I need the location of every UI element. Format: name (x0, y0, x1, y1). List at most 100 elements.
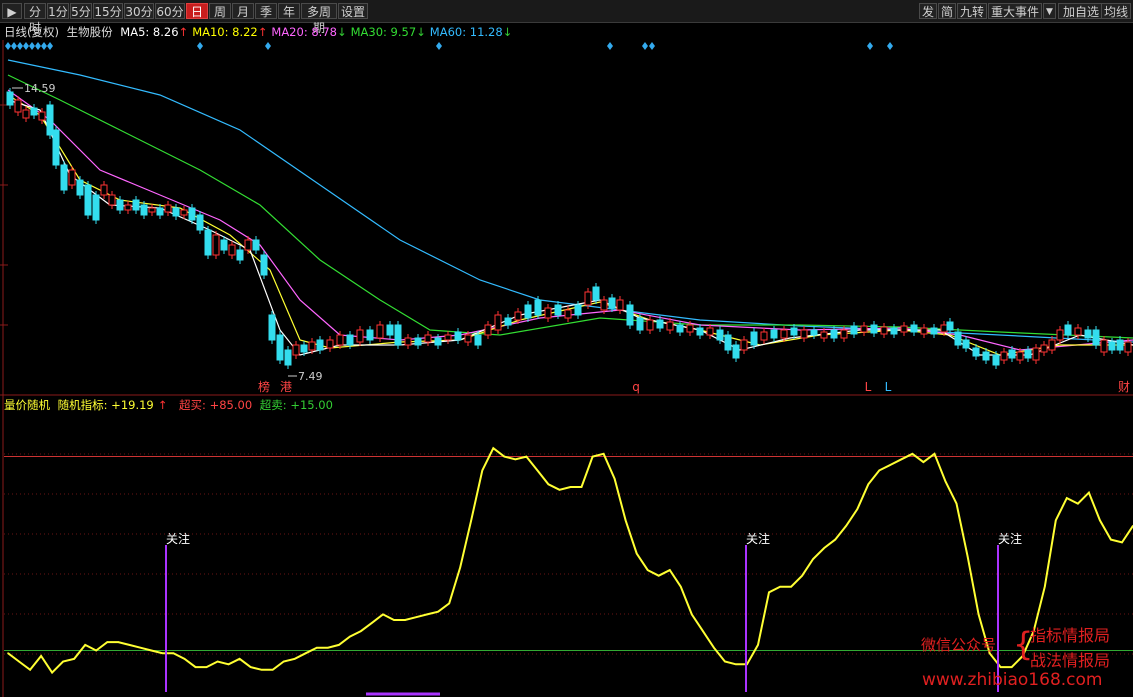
candle-body-80 (716, 329, 724, 341)
stochastic-point-7 (84, 644, 86, 646)
event-marker-2: q (632, 380, 640, 394)
stochastic-point-57 (635, 552, 638, 555)
candle-body-44 (366, 329, 374, 341)
candle-body-14 (116, 199, 124, 211)
stochastic-point-40 (448, 602, 451, 605)
stochastic-point-61 (680, 585, 682, 588)
stochastic-point-94 (1044, 585, 1046, 588)
candle-body-26 (212, 234, 220, 256)
stochastic-point-91 (1010, 666, 1013, 668)
stochastic-point-21 (238, 658, 241, 660)
stochastic-point-34 (382, 613, 384, 616)
candle-body-102 (930, 327, 938, 335)
candle-body-68 (600, 299, 608, 311)
candle-body-95 (860, 325, 868, 333)
candle-body-99 (900, 325, 908, 333)
candle-body-123 (1108, 341, 1116, 351)
candle-body-36 (292, 344, 300, 356)
low-price-label: 7.49 (298, 370, 323, 383)
candle-body-30 (244, 239, 252, 251)
candle-body-97 (880, 326, 888, 335)
stochastic-point-27 (305, 652, 307, 654)
candle-body-104 (946, 321, 954, 331)
stochastic-point-30 (338, 644, 340, 646)
candle-body-60 (524, 304, 532, 319)
candle-body-125 (1124, 341, 1132, 353)
diamond-marker-14 (867, 42, 873, 50)
signal-label-1: 关注 (746, 531, 770, 546)
stochastic-point-77 (856, 508, 859, 511)
candle-body-16 (132, 199, 140, 211)
wechat-label: 微信公众号 (921, 636, 997, 654)
candle-body-55 (474, 334, 482, 346)
stochastic-point-3 (40, 655, 42, 657)
candle-body-114 (1032, 347, 1040, 361)
diamond-marker-10 (436, 42, 442, 50)
candle-body-66 (584, 291, 592, 306)
diamond-marker-2 (17, 42, 23, 50)
stochastic-point-17 (194, 666, 197, 668)
signal-label-0: 关注 (166, 531, 190, 546)
ma30-line (7, 74, 1133, 339)
stochastic-point-87 (966, 555, 969, 558)
candle-body-98 (890, 327, 898, 335)
stochastic-point-23 (260, 669, 263, 671)
candle-body-72 (636, 317, 644, 331)
candle-body-124 (1116, 339, 1124, 351)
stochastic-point-44 (492, 447, 495, 450)
oversold-label: 超卖: +15.00 (259, 398, 333, 412)
diamond-marker-13 (649, 42, 655, 50)
candle-body-85 (760, 331, 768, 341)
candle-body-0 (6, 91, 14, 106)
stochastic-point-33 (371, 622, 373, 624)
indicator-value-text: 随机指标: +19.19 (57, 398, 154, 412)
candle-body-101 (920, 327, 928, 335)
candle-body-61 (534, 299, 542, 316)
stochastic-point-38 (426, 613, 428, 616)
stochastic-point-75 (834, 538, 836, 541)
candle-body-38 (308, 341, 316, 351)
candle-body-81 (724, 334, 732, 351)
stochastic-point-55 (613, 477, 616, 480)
stochastic-point-76 (845, 525, 847, 527)
candle-body-115 (1040, 344, 1048, 353)
watermark-line2: 战法情报局 (1030, 651, 1111, 670)
candle-body-108 (982, 351, 990, 361)
diamond-marker-6 (41, 42, 47, 50)
stochastic-point-39 (437, 610, 439, 613)
candle-body-1 (14, 99, 22, 113)
stochastic-point-62 (691, 613, 693, 616)
candle-body-52 (444, 334, 452, 341)
candle-body-100 (910, 324, 918, 333)
candle-body-86 (770, 329, 778, 339)
stochastic-point-6 (73, 658, 75, 660)
candle-body-78 (696, 327, 704, 336)
event-marker-3: L (865, 380, 872, 394)
diamond-marker-5 (35, 42, 41, 50)
stochastic-point-101 (1121, 541, 1123, 544)
candle-body-107 (972, 347, 980, 357)
stochastic-point-95 (1055, 519, 1057, 522)
candle-body-18 (148, 207, 156, 213)
overbought-label: 超买: +85.00 (179, 398, 253, 412)
diamond-marker-9 (265, 42, 271, 50)
event-marker-5: 财 (1118, 380, 1130, 394)
candle-body-77 (686, 324, 694, 333)
stochastic-point-0 (7, 652, 9, 654)
candle-body-34 (276, 334, 284, 361)
stochastic-point-99 (1099, 519, 1101, 522)
event-marker-4: L (885, 380, 892, 394)
candle-body-22 (180, 209, 188, 216)
indicator-arrow: ↑ (157, 398, 168, 412)
stochastic-point-16 (183, 658, 186, 660)
candle-body-9 (76, 179, 84, 196)
stochastic-point-50 (558, 489, 561, 491)
stochastic-point-36 (404, 619, 406, 621)
candle-body-120 (1084, 329, 1092, 339)
stochastic-point-78 (867, 483, 870, 486)
stochastic-point-63 (702, 630, 704, 632)
candle-body-58 (504, 317, 512, 326)
candle-body-39 (316, 339, 324, 351)
candle-body-92 (830, 329, 838, 339)
stochastic-point-42 (470, 519, 473, 522)
